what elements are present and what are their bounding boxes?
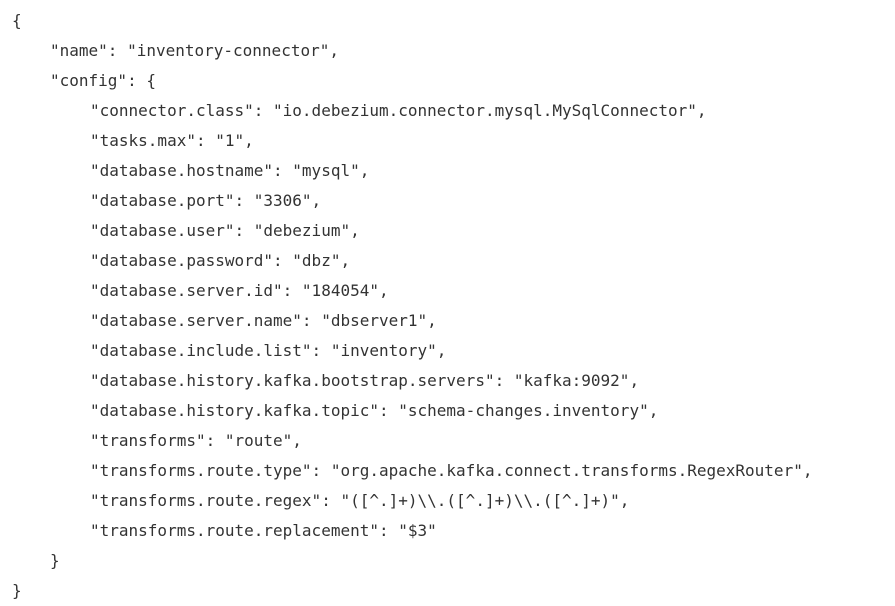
code-line-database-server-name: "database.server.name": "dbserver1", bbox=[90, 311, 437, 330]
code-line-database-server-id: "database.server.id": "184054", bbox=[90, 281, 389, 300]
code-line-history-bootstrap-servers: "database.history.kafka.bootstrap.server… bbox=[90, 371, 640, 390]
code-line-transforms: "transforms": "route", bbox=[90, 431, 302, 450]
code-line-tasks-max: "tasks.max": "1", bbox=[90, 131, 254, 150]
code-line-history-topic: "database.history.kafka.topic": "schema-… bbox=[90, 401, 659, 420]
code-line-open-brace: { bbox=[12, 11, 22, 30]
code-line-database-port: "database.port": "3306", bbox=[90, 191, 322, 210]
code-line-transforms-route-replacement: "transforms.route.replacement": "$3" bbox=[90, 521, 437, 540]
code-line-transforms-route-type: "transforms.route.type": "org.apache.kaf… bbox=[90, 461, 813, 480]
code-line-database-hostname: "database.hostname": "mysql", bbox=[90, 161, 370, 180]
code-line-transforms-route-regex: "transforms.route.regex": "([^.]+)\\.([^… bbox=[90, 491, 630, 510]
code-line-connector-class: "connector.class": "io.debezium.connecto… bbox=[90, 101, 707, 120]
code-line-database-include-list: "database.include.list": "inventory", bbox=[90, 341, 447, 360]
code-line-name: "name": "inventory-connector", bbox=[50, 41, 339, 60]
code-line-database-user: "database.user": "debezium", bbox=[90, 221, 360, 240]
code-block: { "name": "inventory-connector", "config":… bbox=[12, 6, 812, 606]
code-line-database-password: "database.password": "dbz", bbox=[90, 251, 351, 270]
code-line-config-close: } bbox=[50, 551, 60, 570]
code-line-config-open: "config": { bbox=[50, 71, 156, 90]
code-line-close-brace: } bbox=[12, 581, 22, 600]
